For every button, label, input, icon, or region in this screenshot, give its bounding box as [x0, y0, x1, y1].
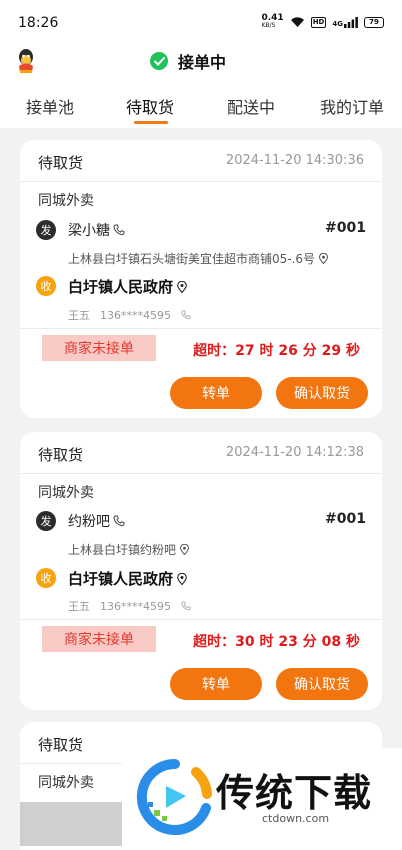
receiver-contact[interactable]: 王五 136****4595 [68, 307, 191, 323]
network-speed: 0.41 KB/S [261, 13, 284, 30]
watermark-url: ctdown.com [262, 812, 330, 825]
location-pin-icon [177, 280, 187, 293]
merchant-status-tag: 商家未接单 [42, 626, 156, 652]
receiver-address[interactable]: 白圩镇人民政府 [68, 568, 187, 589]
watermark-bar [20, 802, 122, 846]
active-tab-indicator [134, 121, 168, 124]
contact-name: 王五 [68, 309, 90, 322]
order-status: 待取货 [38, 736, 84, 754]
location-pin-icon [177, 572, 187, 585]
status-time: 18:26 [18, 15, 59, 31]
order-type: 同城外卖 [38, 485, 94, 501]
phone-icon[interactable] [113, 224, 125, 236]
receiver-badge: 收 [36, 568, 56, 588]
accepting-status[interactable]: 接单中 [150, 49, 226, 73]
order-card[interactable]: 待取货 2024-11-20 14:30:36 同城外卖 发 梁小糖 #001 … [20, 140, 382, 418]
timeout-countdown: 超时：27 时 26 分 29 秒 [193, 343, 360, 359]
shop-address[interactable]: 上林县白圩镇石头塘街美宜佳超市商铺05-.6号 [68, 250, 329, 267]
shop-name[interactable]: 约粉吧 [68, 511, 125, 531]
battery-icon: 79 [364, 16, 384, 28]
transfer-order-button[interactable]: 转单 [170, 377, 262, 409]
transfer-order-button[interactable]: 转单 [170, 668, 262, 700]
status-icons: 0.41 KB/S HD 4G 79 [261, 14, 384, 30]
ctdown-logo-icon [136, 758, 212, 835]
wifi-icon [290, 17, 304, 27]
phone-icon[interactable] [181, 601, 191, 611]
phone-icon[interactable] [113, 515, 125, 527]
order-type: 同城外卖 [38, 775, 94, 791]
tab-delivering[interactable]: 配送中 [227, 94, 275, 118]
location-pin-icon [180, 544, 190, 555]
contact-phone: 136****4595 [100, 308, 171, 322]
sender-badge: 发 [36, 220, 56, 240]
confirm-pickup-button[interactable]: 确认取货 [276, 377, 368, 409]
signal-icon: 4G [332, 16, 358, 28]
contact-phone: 136****4595 [100, 599, 171, 613]
phone-icon[interactable] [181, 310, 191, 320]
tab-my-orders[interactable]: 我的订单 [320, 94, 384, 118]
watermark: 传统下载 ctdown.com [122, 748, 402, 850]
location-pin-icon [319, 253, 329, 264]
order-number: #001 [325, 511, 366, 527]
confirm-pickup-button[interactable]: 确认取货 [276, 668, 368, 700]
merchant-status-tag: 商家未接单 [42, 335, 156, 361]
shop-name[interactable]: 梁小糖 [68, 220, 125, 240]
tab-order-pool[interactable]: 接单池 [26, 94, 74, 118]
receiver-contact[interactable]: 王五 136****4595 [68, 598, 191, 614]
timeout-countdown: 超时：30 时 23 分 08 秒 [193, 634, 360, 650]
hd-icon: HD [310, 16, 327, 28]
receiver-address[interactable]: 白圩镇人民政府 [68, 276, 187, 297]
order-time: 2024-11-20 14:30:36 [225, 153, 364, 168]
status-bar: 18:26 0.41 KB/S HD 4G 79 [0, 0, 402, 44]
order-time: 2024-11-20 14:12:38 [225, 445, 364, 460]
tab-pending-pickup[interactable]: 待取货 [126, 94, 174, 118]
contact-name: 王五 [68, 600, 90, 613]
divider [20, 328, 382, 329]
order-number: #001 [325, 220, 366, 236]
order-card[interactable]: 待取货 2024-11-20 14:12:38 同城外卖 发 约粉吧 #001 … [20, 432, 382, 710]
check-circle-icon [150, 52, 168, 70]
divider [20, 619, 382, 620]
avatar-icon[interactable] [16, 48, 36, 74]
tab-bar: 接单池 待取货 配送中 我的订单 [0, 84, 402, 128]
order-status: 待取货 [38, 446, 84, 464]
card-header: 待取货 2024-11-20 14:30:36 [20, 140, 382, 182]
app-header: 接单中 [0, 44, 402, 84]
order-status: 待取货 [38, 154, 84, 172]
receiver-badge: 收 [36, 276, 56, 296]
sender-badge: 发 [36, 511, 56, 531]
watermark-brand: 传统下载 [216, 771, 373, 815]
page-title: 接单中 [178, 53, 227, 72]
shop-address[interactable]: 上林县白圩镇约粉吧 [68, 541, 190, 558]
order-type: 同城外卖 [38, 193, 94, 209]
card-header: 待取货 2024-11-20 14:12:38 [20, 432, 382, 474]
